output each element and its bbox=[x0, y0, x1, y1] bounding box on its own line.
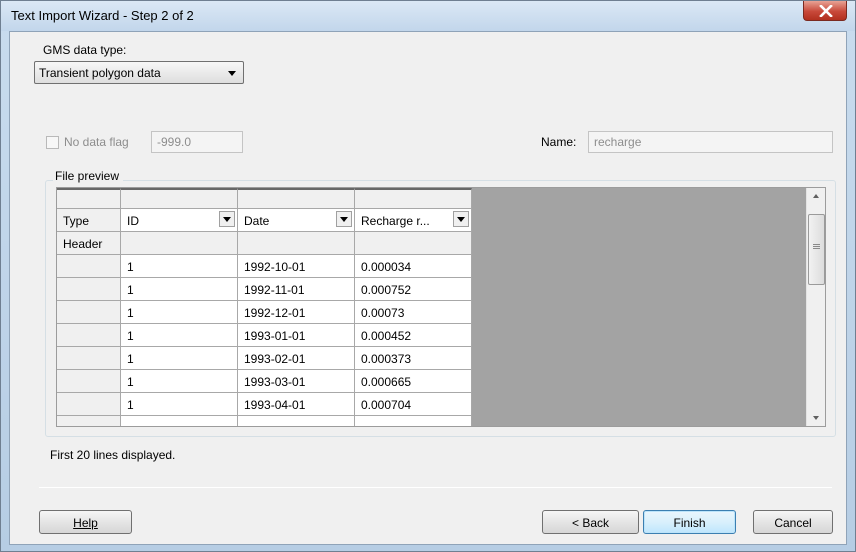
column-type-select-recharge[interactable]: Recharge r... bbox=[355, 209, 472, 232]
table-cell[interactable]: 1992-11-01 bbox=[238, 278, 355, 301]
table-cell[interactable] bbox=[238, 416, 355, 426]
table-cell[interactable]: 1 bbox=[121, 370, 238, 393]
close-button[interactable] bbox=[803, 1, 847, 21]
chevron-down-icon[interactable] bbox=[336, 211, 352, 227]
table-cell[interactable]: 1993-04-01 bbox=[238, 393, 355, 416]
table-cell[interactable]: 0.00073 bbox=[355, 301, 472, 324]
scroll-down-icon[interactable] bbox=[807, 409, 826, 426]
table-cell[interactable] bbox=[121, 416, 238, 426]
back-button[interactable]: < Back bbox=[542, 510, 639, 534]
back-button-label: < Back bbox=[571, 516, 610, 530]
row-label bbox=[57, 370, 121, 393]
row-label-header: Header bbox=[57, 232, 121, 255]
column-header-date[interactable] bbox=[238, 188, 355, 209]
column-type-select-date[interactable]: Date bbox=[238, 209, 355, 232]
finish-button[interactable]: Finish bbox=[643, 510, 736, 534]
header-cell-recharge[interactable] bbox=[355, 232, 472, 255]
scroll-thumb[interactable] bbox=[808, 214, 825, 285]
table-cell[interactable]: 1992-10-01 bbox=[238, 255, 355, 278]
grid-corner-cell bbox=[57, 188, 121, 209]
table-cell[interactable]: 1 bbox=[121, 347, 238, 370]
table-cell[interactable]: 1 bbox=[121, 301, 238, 324]
row-label bbox=[57, 324, 121, 347]
table-cell[interactable]: 1 bbox=[121, 393, 238, 416]
file-preview-label: File preview bbox=[53, 169, 124, 183]
table-cell[interactable]: 0.000034 bbox=[355, 255, 472, 278]
row-label bbox=[57, 416, 121, 426]
table-cell[interactable]: 0.000665 bbox=[355, 370, 472, 393]
chevron-down-icon[interactable] bbox=[453, 211, 469, 227]
table-cell[interactable]: 1993-02-01 bbox=[238, 347, 355, 370]
scroll-up-icon[interactable] bbox=[807, 188, 826, 205]
preview-status-text: First 20 lines displayed. bbox=[50, 448, 176, 462]
no-data-flag-value: -999.0 bbox=[157, 135, 192, 149]
row-label bbox=[57, 255, 121, 278]
table-cell[interactable]: 1 bbox=[121, 255, 238, 278]
table-cell[interactable]: 0.000452 bbox=[355, 324, 472, 347]
table-cell[interactable]: 1 bbox=[121, 324, 238, 347]
no-data-flag-checkbox[interactable] bbox=[46, 136, 59, 149]
column-type-date: Date bbox=[244, 214, 270, 228]
table-cell[interactable]: 1992-12-01 bbox=[238, 301, 355, 324]
name-field[interactable]: recharge bbox=[588, 131, 833, 153]
no-data-flag-label: No data flag bbox=[64, 135, 129, 149]
table-cell[interactable]: 0.000373 bbox=[355, 347, 472, 370]
table-cell[interactable]: 0.000752 bbox=[355, 278, 472, 301]
title-bar[interactable]: Text Import Wizard - Step 2 of 2 bbox=[1, 1, 855, 31]
preview-vertical-scrollbar[interactable] bbox=[806, 188, 825, 426]
table-cell[interactable]: 1993-03-01 bbox=[238, 370, 355, 393]
chevron-down-icon[interactable] bbox=[219, 211, 235, 227]
table-cell[interactable]: 1993-01-01 bbox=[238, 324, 355, 347]
grip-icon bbox=[813, 244, 820, 245]
cancel-button-label: Cancel bbox=[774, 516, 812, 530]
name-label: Name: bbox=[541, 135, 577, 149]
name-value: recharge bbox=[594, 135, 642, 149]
gms-data-type-select[interactable]: Transient polygon data bbox=[34, 61, 244, 84]
file-preview-grid[interactable]: Type ID Date Recharge r... Header 1 1992… bbox=[56, 187, 826, 427]
row-label bbox=[57, 301, 121, 324]
chevron-down-icon bbox=[228, 71, 236, 76]
help-button[interactable]: Help bbox=[39, 510, 132, 534]
finish-button-label: Finish bbox=[673, 516, 706, 530]
gms-data-type-label: GMS data type: bbox=[43, 43, 127, 57]
row-label-type: Type bbox=[57, 209, 121, 232]
header-cell-id[interactable] bbox=[121, 232, 238, 255]
table-cell[interactable] bbox=[355, 416, 472, 426]
column-type-select-id[interactable]: ID bbox=[121, 209, 238, 232]
cancel-button[interactable]: Cancel bbox=[753, 510, 833, 534]
table-cell[interactable]: 1 bbox=[121, 278, 238, 301]
row-label bbox=[57, 278, 121, 301]
gms-data-type-value: Transient polygon data bbox=[39, 66, 161, 80]
column-type-recharge: Recharge r... bbox=[361, 214, 430, 228]
dialog-window: Text Import Wizard - Step 2 of 2 GMS dat… bbox=[0, 0, 856, 552]
row-label bbox=[57, 393, 121, 416]
header-cell-date[interactable] bbox=[238, 232, 355, 255]
column-type-id: ID bbox=[127, 214, 139, 228]
table-cell[interactable]: 0.000704 bbox=[355, 393, 472, 416]
help-button-label: Help bbox=[73, 516, 98, 530]
row-label bbox=[57, 347, 121, 370]
close-icon bbox=[819, 5, 833, 17]
no-data-flag-field[interactable]: -999.0 bbox=[151, 131, 243, 153]
column-header-recharge[interactable] bbox=[355, 188, 472, 209]
column-header-id[interactable] bbox=[121, 188, 238, 209]
separator bbox=[39, 487, 832, 488]
window-title: Text Import Wizard - Step 2 of 2 bbox=[11, 8, 194, 23]
